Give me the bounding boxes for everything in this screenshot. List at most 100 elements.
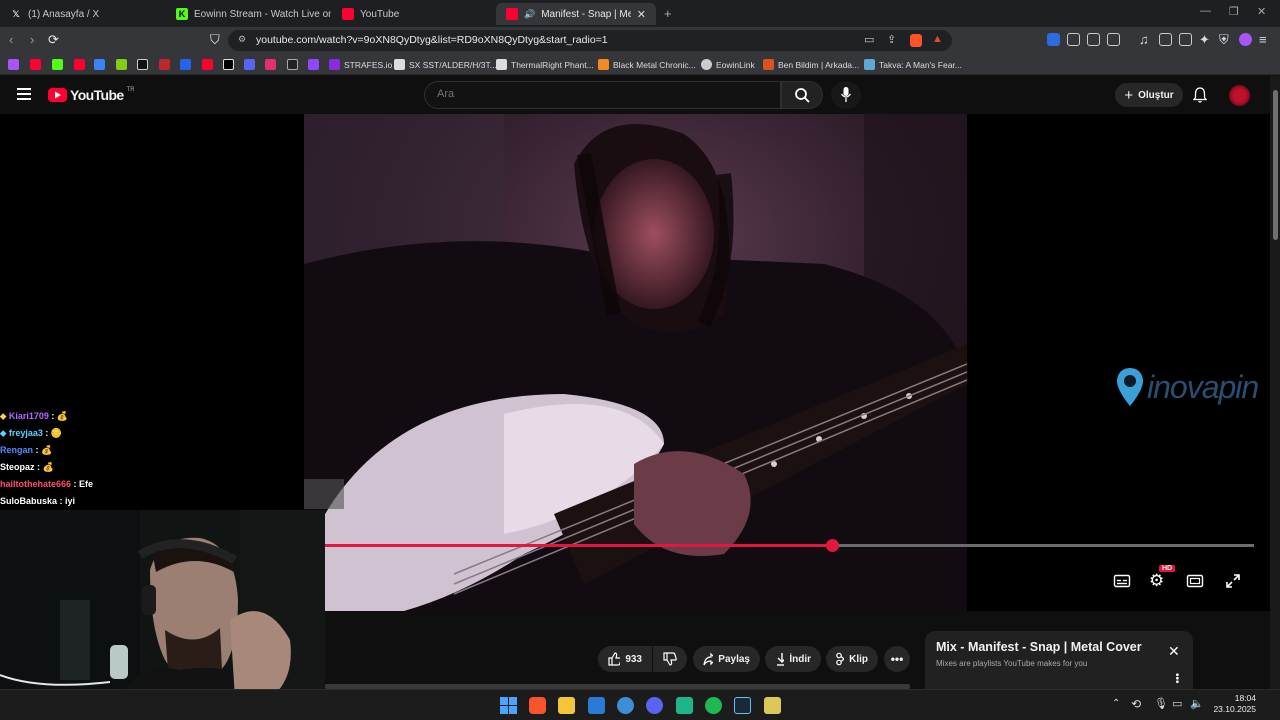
- brave-browser-icon[interactable]: [529, 697, 546, 714]
- create-button[interactable]: + Oluştur: [1115, 83, 1183, 107]
- share-icon[interactable]: ⇪: [887, 33, 896, 46]
- video-progress-bar[interactable]: [325, 539, 1254, 552]
- bookmark-item[interactable]: EowinLink: [701, 58, 755, 71]
- address-bar[interactable]: ⚙ youtube.com/watch?v=9oXN8QyDtyg&list=R…: [228, 30, 952, 51]
- vpn-icon[interactable]: ⛨: [1219, 32, 1229, 48]
- windows-start-icon[interactable]: [500, 697, 517, 714]
- app-icon[interactable]: [617, 697, 634, 714]
- dislike-button[interactable]: [653, 646, 687, 672]
- tiktok-bookmark-icon[interactable]: [137, 59, 148, 70]
- cast-icon[interactable]: ▭: [864, 33, 874, 46]
- bookmark-favicon-icon[interactable]: [116, 59, 127, 70]
- notifications-bell-icon[interactable]: [1193, 87, 1207, 103]
- mix-title[interactable]: Mix - Manifest - Snap | Metal Cover: [936, 640, 1142, 654]
- more-vertical-icon[interactable]: •••: [1171, 673, 1182, 684]
- new-tab-button[interactable]: +: [664, 6, 672, 21]
- speaker-icon[interactable]: 🔊: [524, 9, 535, 20]
- search-box[interactable]: [424, 81, 781, 109]
- subtitles-icon[interactable]: [1113, 572, 1131, 590]
- bookmark-favicon-icon[interactable]: [8, 59, 19, 70]
- close-tab-icon[interactable]: ✕: [637, 8, 646, 21]
- youtube-bookmark-icon[interactable]: [30, 59, 41, 70]
- leo-icon[interactable]: ✦: [1199, 32, 1210, 48]
- theater-mode-icon[interactable]: [1186, 572, 1204, 590]
- close-icon[interactable]: ✕: [1168, 643, 1180, 660]
- puzzle-icon[interactable]: [1087, 33, 1100, 46]
- discord-bookmark-icon[interactable]: [244, 59, 255, 70]
- page-scrollbar[interactable]: [1270, 76, 1280, 689]
- avatar[interactable]: [1229, 85, 1250, 106]
- photos-icon[interactable]: [588, 697, 605, 714]
- discord-icon[interactable]: [646, 697, 663, 714]
- music-icon[interactable]: ♫: [1139, 32, 1149, 47]
- volume-icon[interactable]: 🔈: [1190, 697, 1204, 710]
- close-window-icon[interactable]: ✕: [1257, 5, 1266, 18]
- youtube-bookmark-icon[interactable]: [74, 59, 85, 70]
- settings-button[interactable]: ⚙ HD: [1149, 565, 1176, 591]
- steam-icon[interactable]: [734, 697, 751, 714]
- scrollbar-thumb[interactable]: [1273, 90, 1278, 240]
- download-button[interactable]: İndir: [765, 646, 821, 672]
- sync-icon[interactable]: ⟲: [1131, 697, 1141, 711]
- wallet-icon[interactable]: [1179, 33, 1192, 46]
- voice-search-button[interactable]: [831, 81, 861, 109]
- download-label: İndir: [789, 653, 811, 665]
- instagram-bookmark-icon[interactable]: [265, 59, 276, 70]
- brave-rewards-icon[interactable]: ▲: [932, 33, 943, 45]
- extension-icon[interactable]: [1047, 33, 1060, 46]
- search-button[interactable]: [781, 81, 823, 109]
- menu-icon[interactable]: ≡: [1259, 32, 1267, 47]
- fullscreen-icon[interactable]: [1224, 572, 1242, 590]
- back-icon[interactable]: ‹: [9, 32, 13, 47]
- sidebar-icon[interactable]: [1159, 33, 1172, 46]
- profile-icon[interactable]: [1239, 33, 1252, 46]
- app-icon[interactable]: [764, 697, 781, 714]
- video-frame[interactable]: [304, 114, 967, 611]
- bookmark-item[interactable]: SX SST/ALDER/H/3T...: [394, 58, 497, 71]
- clip-button[interactable]: Klip: [826, 646, 878, 672]
- bookmark-icon[interactable]: ⛉: [210, 32, 220, 48]
- file-explorer-icon[interactable]: [558, 697, 575, 714]
- bookmark-item[interactable]: STRAFES.io: [329, 58, 392, 71]
- bookmark-item[interactable]: Takva: A Man's Fear...: [864, 58, 962, 71]
- chevron-up-icon[interactable]: ⌃: [1112, 698, 1120, 709]
- bookmark-favicon-icon[interactable]: [159, 59, 170, 70]
- like-button[interactable]: 933: [598, 646, 652, 672]
- youtube-bookmark-icon[interactable]: [202, 59, 213, 70]
- kick-logo-icon: K: [176, 8, 188, 20]
- chat-text: 💰: [56, 411, 69, 421]
- bookmark-favicon-icon[interactable]: [94, 59, 105, 70]
- thumbs-up-icon: [608, 652, 621, 666]
- webcam-image: [0, 510, 325, 696]
- kick-bookmark-icon[interactable]: [52, 59, 63, 70]
- network-icon[interactable]: ▭: [1172, 697, 1182, 710]
- restore-icon[interactable]: ❐: [1229, 5, 1239, 18]
- bookmark-favicon-icon[interactable]: [180, 59, 191, 70]
- site-settings-icon[interactable]: ⚙: [238, 34, 246, 45]
- tab-x[interactable]: 𝕏 (1) Anasayfa / X: [0, 3, 165, 25]
- share-button[interactable]: Paylaş: [693, 646, 760, 672]
- tab-kick[interactable]: K Eowinn Stream - Watch Live on Kick: [166, 3, 331, 25]
- bookmark-item[interactable]: Black Metal Chronic...: [598, 58, 696, 71]
- brave-shields-icon[interactable]: [910, 34, 922, 47]
- tab-active-video[interactable]: 🔊 Manifest - Snap | Metal Cover ✕: [496, 3, 656, 25]
- system-clock[interactable]: 18:04 23.10.2025: [1210, 693, 1256, 715]
- forward-icon[interactable]: ›: [30, 32, 34, 47]
- tab-youtube[interactable]: YouTube: [332, 3, 492, 25]
- bookmark-favicon-icon[interactable]: [287, 59, 298, 70]
- minimize-icon[interactable]: —: [1200, 5, 1211, 17]
- extension-icon[interactable]: [1107, 33, 1120, 46]
- bookmark-item[interactable]: Ben Bildim | Arkada...: [763, 58, 859, 71]
- extension-icon[interactable]: [1067, 33, 1080, 46]
- reload-icon[interactable]: ⟳: [48, 32, 59, 48]
- youtube-logo[interactable]: YouTube TR: [48, 87, 135, 103]
- spotify-icon[interactable]: [705, 697, 722, 714]
- x-bookmark-icon[interactable]: [223, 59, 234, 70]
- hamburger-menu-icon[interactable]: [17, 88, 31, 100]
- more-actions-button[interactable]: •••: [884, 646, 910, 672]
- twitch-bookmark-icon[interactable]: [308, 59, 319, 70]
- bookmark-item[interactable]: ThermalRight Phant...: [496, 58, 594, 71]
- microphone-tray-icon[interactable]: 🎙: [1154, 697, 1168, 710]
- app-icon[interactable]: [676, 697, 693, 714]
- search-input[interactable]: [437, 88, 767, 100]
